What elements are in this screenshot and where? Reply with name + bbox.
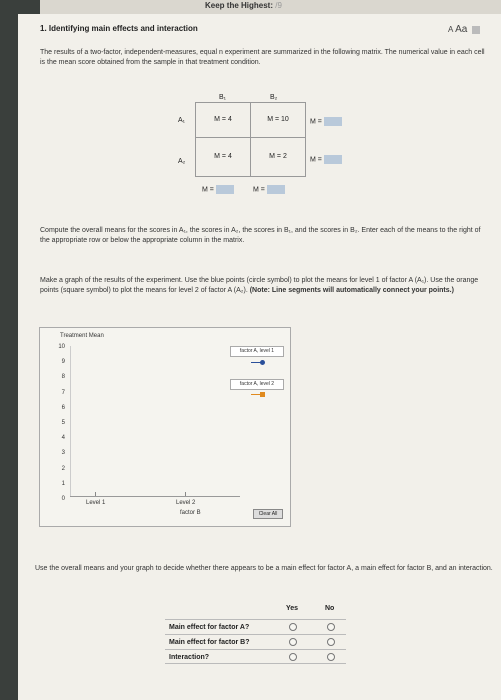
row-mean-a2-input[interactable]: [323, 155, 342, 164]
y-tick-label: 0: [61, 496, 65, 502]
decide-instructions: Use the overall means and your graph to …: [35, 565, 493, 572]
col-header-b1: B₁: [219, 94, 227, 101]
y-tick-label: 3: [61, 450, 65, 457]
radio-b-yes[interactable]: [289, 638, 297, 646]
cell-a2-b2: M = 2: [250, 137, 306, 177]
radio-b-no[interactable]: [327, 638, 335, 646]
row-header-a2: A₂: [178, 158, 186, 165]
x-label-level1: Level 1: [86, 500, 106, 506]
col-mean-b2: M =: [253, 185, 285, 194]
question-title: 1. Identifying main effects and interact…: [40, 24, 198, 33]
keep-highest-label: Keep the Highest: /9: [205, 1, 282, 10]
cell-a1-b1: M = 4: [195, 102, 251, 138]
y-tick-label: 2: [61, 465, 65, 472]
x-axis: [70, 496, 240, 497]
clear-all-button[interactable]: Clear All: [253, 509, 283, 519]
cell-a1-b2: M = 10: [250, 102, 306, 138]
row-mean-a2: M =: [310, 155, 342, 164]
row-header-a1: A₁: [178, 117, 186, 124]
legend-level1: factor A, level 1: [230, 346, 284, 357]
col-header-b2: B₂: [270, 94, 278, 101]
settings-icon[interactable]: [471, 25, 480, 34]
y-axis: [70, 346, 71, 496]
col-mean-b2-input[interactable]: [266, 185, 285, 194]
top-header-bar: Keep the Highest: /9: [40, 0, 501, 14]
row-mean-a1-input[interactable]: [323, 117, 342, 126]
row-main-effect-a: Main effect for factor A?: [165, 619, 346, 634]
y-tick-label: 5: [61, 420, 65, 426]
row-interaction-label: Interaction?: [169, 654, 210, 661]
row-main-effect-b-label: Main effect for factor B?: [169, 639, 250, 646]
y-tick-label: 1: [61, 480, 65, 487]
intro-text: The results of a two-factor, independent…: [40, 49, 485, 66]
x-label-level2: Level 2: [176, 500, 196, 506]
y-tick-label: 4: [61, 435, 65, 442]
radio-interaction-no[interactable]: [327, 653, 335, 661]
y-tick-label: 7: [61, 389, 65, 396]
legend-level2-square[interactable]: [260, 392, 265, 397]
font-large-button[interactable]: Aa: [455, 24, 467, 35]
y-tick-label: 8: [61, 374, 65, 381]
score-value: /9: [275, 1, 282, 10]
col-mean-b1: M =: [202, 185, 234, 194]
header-yes: Yes: [286, 605, 299, 612]
cell-a2-b1: M = 4: [195, 137, 251, 177]
graph-instructions: Make a graph of the results of the exper…: [40, 277, 479, 294]
row-main-effect-a-label: Main effect for factor A?: [169, 624, 250, 631]
x-axis-label: factor B: [180, 510, 201, 516]
x-tick-level2: [185, 492, 186, 496]
graph-title: Treatment Mean: [60, 333, 104, 339]
compute-instructions: Compute the overall means for the scores…: [40, 227, 481, 244]
row-interaction: Interaction?: [165, 649, 346, 664]
y-tick-label: 9: [61, 359, 65, 366]
col-mean-b1-input[interactable]: [215, 185, 234, 194]
radio-a-no[interactable]: [327, 623, 335, 631]
row-main-effect-b: Main effect for factor B?: [165, 634, 346, 649]
header-no: No: [325, 605, 335, 612]
font-small-button[interactable]: A: [448, 25, 453, 34]
graph-note: (Note: Line segments will automatically …: [249, 287, 454, 294]
row-mean-a1: M =: [310, 117, 342, 126]
legend-level1-circle[interactable]: [260, 360, 265, 365]
y-tick-label: 6: [61, 404, 65, 411]
radio-a-yes[interactable]: [289, 623, 297, 631]
radio-interaction-yes[interactable]: [289, 653, 297, 661]
graph-panel[interactable]: Treatment Mean 10 9 8 7 6 5 4 3 2 1 0 Level 1 Leve…: [39, 327, 291, 527]
legend-level2: factor A, level 2: [230, 379, 284, 390]
x-tick-level1: [95, 492, 96, 496]
y-tick-label: 10: [58, 344, 65, 350]
font-size-tools[interactable]: A Aa: [448, 24, 480, 35]
